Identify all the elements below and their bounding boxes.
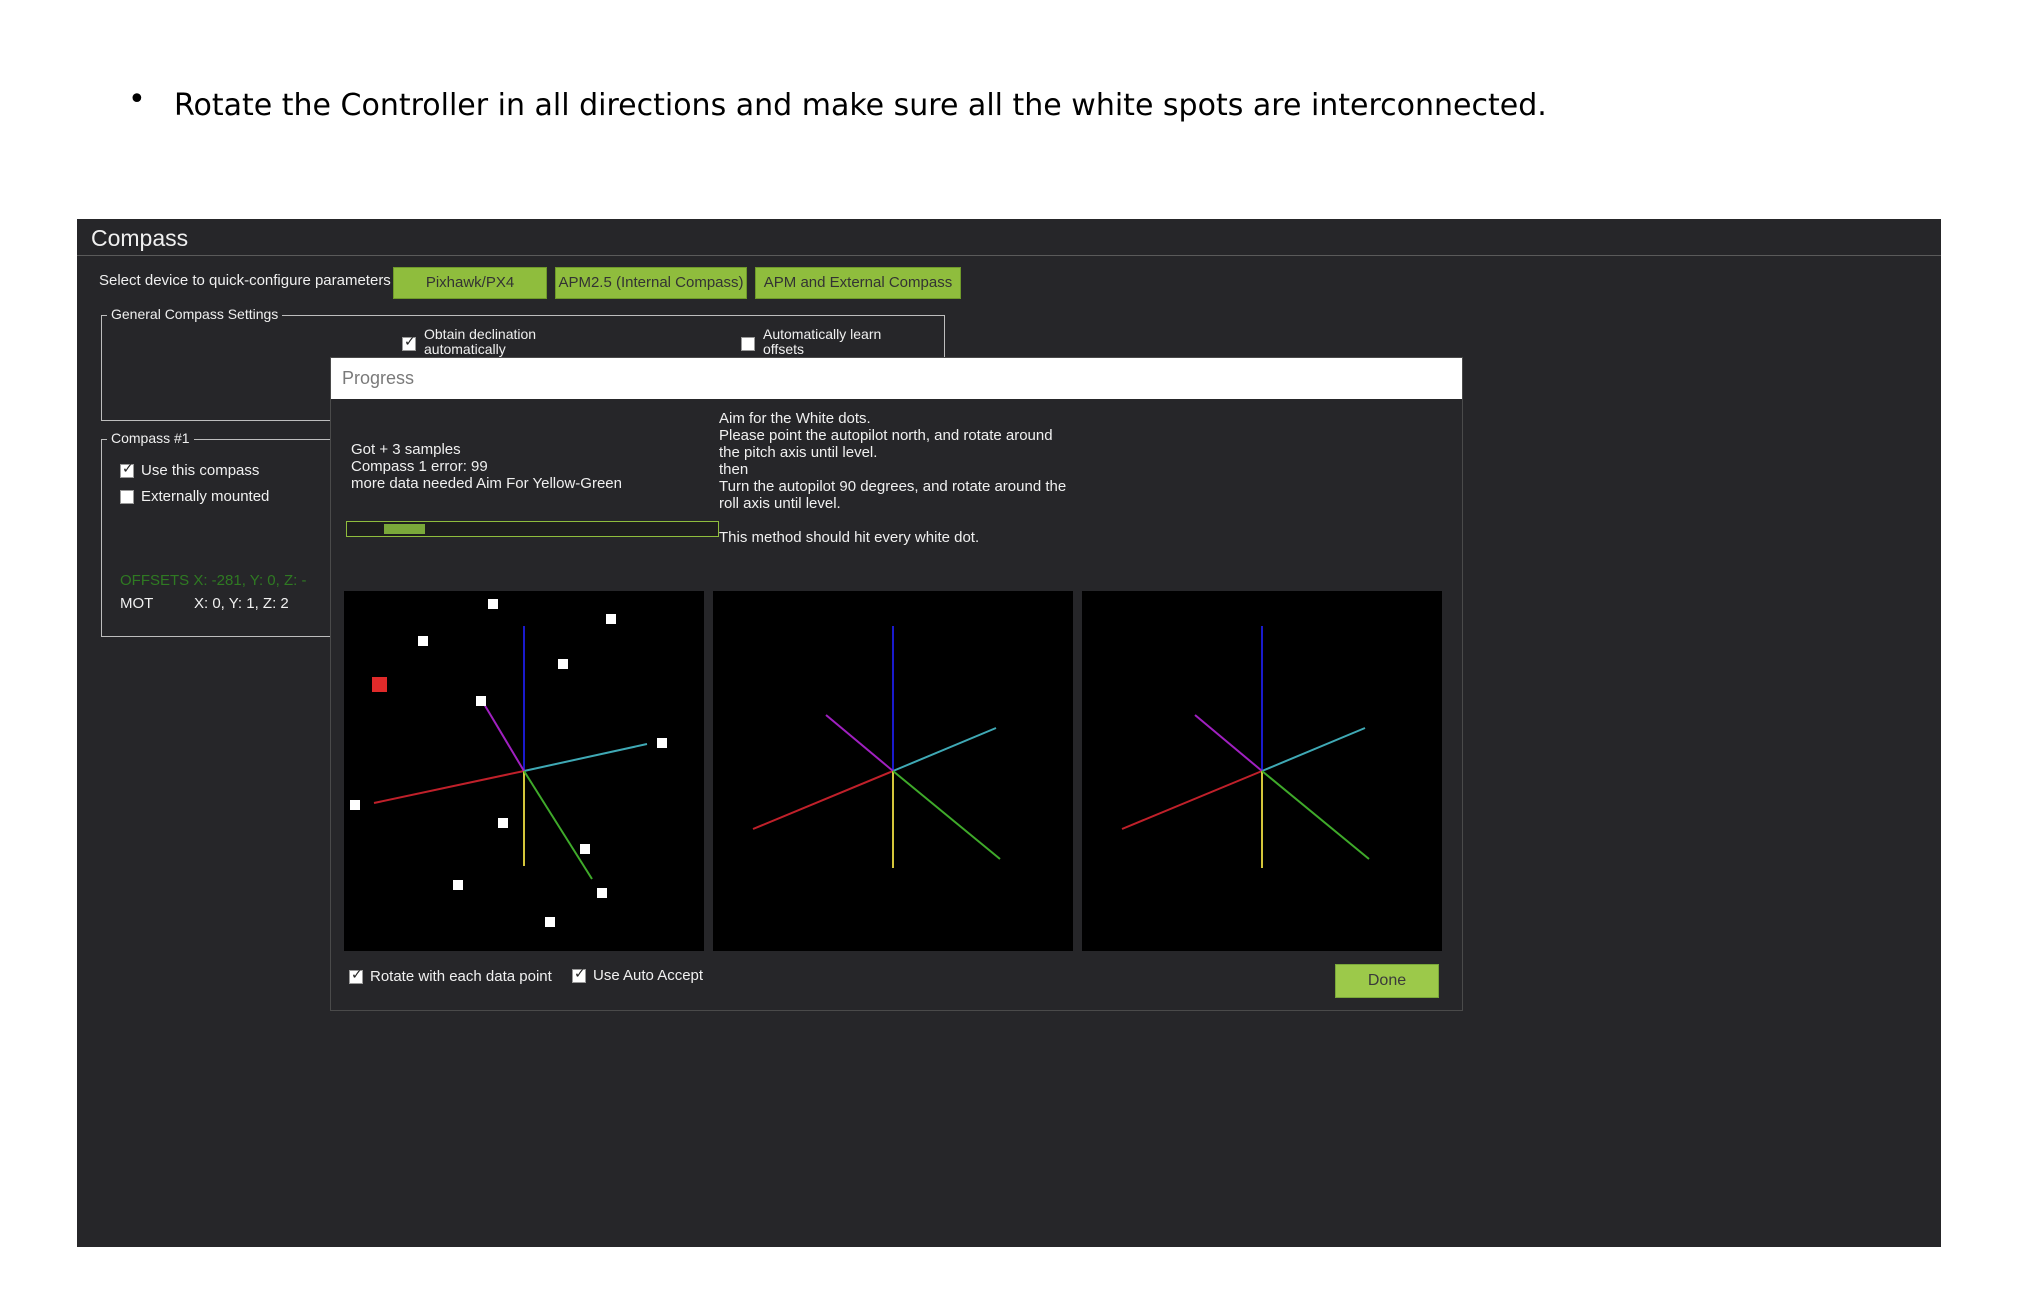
sample-dot [606, 614, 616, 624]
sample-dot [558, 659, 568, 669]
axis-cyan [1261, 727, 1366, 772]
mot-label: MOT [120, 595, 154, 612]
sample-dot [488, 599, 498, 609]
progress-fill [384, 524, 425, 534]
axis-magenta [483, 703, 525, 772]
sample-dot [580, 844, 590, 854]
instruction-line-5: Turn the autopilot 90 degrees, and rotat… [719, 478, 1067, 495]
apm25-internal-button[interactable]: APM2.5 (Internal Compass) [555, 267, 747, 299]
instruction-line-3: the pitch axis until level. [719, 444, 878, 461]
quick-config-label: Select device to quick-configure paramet… [99, 272, 391, 289]
instruction-line-6: roll axis until level. [719, 495, 841, 512]
rotate-each-point-checkbox[interactable] [349, 967, 363, 984]
axis-green [523, 770, 593, 880]
status-line-error: Compass 1 error: 99 [351, 458, 488, 475]
status-line-more-data: more data needed Aim For Yellow-Green [351, 475, 622, 492]
instruction-text: Rotate the Controller in all directions … [174, 88, 1547, 123]
auto-accept-label: Use Auto Accept [593, 967, 704, 984]
instruction-line-2: Please point the autopilot north, and ro… [719, 427, 1053, 444]
mot-values: X: 0, Y: 1, Z: 2 [194, 595, 289, 612]
sample-dot [350, 800, 360, 810]
sample-dot [545, 917, 555, 927]
obtain-declination-checkbox[interactable] [402, 334, 416, 351]
method-note: This method should hit every white dot. [719, 529, 980, 546]
done-button[interactable]: Done [1335, 964, 1439, 998]
axis-red [752, 770, 894, 830]
sample-dot [498, 818, 508, 828]
sample-dot [418, 636, 428, 646]
pixhawk-button[interactable]: Pixhawk/PX4 [393, 267, 547, 299]
apm-external-button[interactable]: APM and External Compass [755, 267, 961, 299]
axis-cyan [892, 727, 997, 772]
compass-view-main [344, 591, 704, 951]
title-divider [77, 255, 1941, 256]
obtain-declination-label: Obtain declination automatically [424, 326, 537, 357]
auto-learn-offsets-checkbox[interactable] [741, 337, 755, 351]
sample-dot [597, 888, 607, 898]
axis-green [892, 770, 1001, 860]
compass1-label: Compass #1 [107, 430, 194, 446]
axis-magenta [825, 714, 894, 772]
axis-magenta [1194, 714, 1263, 772]
auto-accept-checkbox[interactable] [572, 966, 586, 983]
dialog-titlebar[interactable] [331, 358, 1462, 399]
target-dot [372, 677, 387, 692]
instruction-line-4: then [719, 461, 749, 478]
window-title: Compass [91, 225, 189, 251]
instruction-line-1: Aim for the White dots. [719, 410, 871, 427]
auto-learn-offsets-label: Automatically learn offsets [763, 326, 882, 357]
rotate-each-point-label: Rotate with each data point [370, 968, 552, 985]
axis-red [1121, 770, 1263, 830]
calibration-progress-bar [346, 521, 719, 537]
bullet-icon: • [128, 82, 146, 117]
offsets-readout: OFFSETS X: -281, Y: 0, Z: - [120, 572, 307, 589]
status-line-samples: Got + 3 samples [351, 441, 461, 458]
sample-dot [657, 738, 667, 748]
use-this-compass-checkbox[interactable] [120, 461, 134, 478]
compass-view-3 [1082, 591, 1442, 951]
sample-dot [476, 696, 486, 706]
use-this-compass-label: Use this compass [141, 462, 260, 479]
progress-dialog: Progress Got + 3 samples Compass 1 error… [330, 357, 1463, 1011]
dialog-title: Progress [342, 368, 415, 388]
compass-view-2 [713, 591, 1073, 951]
externally-mounted-label: Externally mounted [141, 488, 270, 505]
axis-green [1261, 770, 1370, 860]
externally-mounted-checkbox[interactable] [120, 490, 134, 504]
axis-red [373, 770, 525, 804]
general-settings-label: General Compass Settings [107, 306, 283, 322]
sample-dot [453, 880, 463, 890]
axis-cyan [523, 743, 648, 772]
